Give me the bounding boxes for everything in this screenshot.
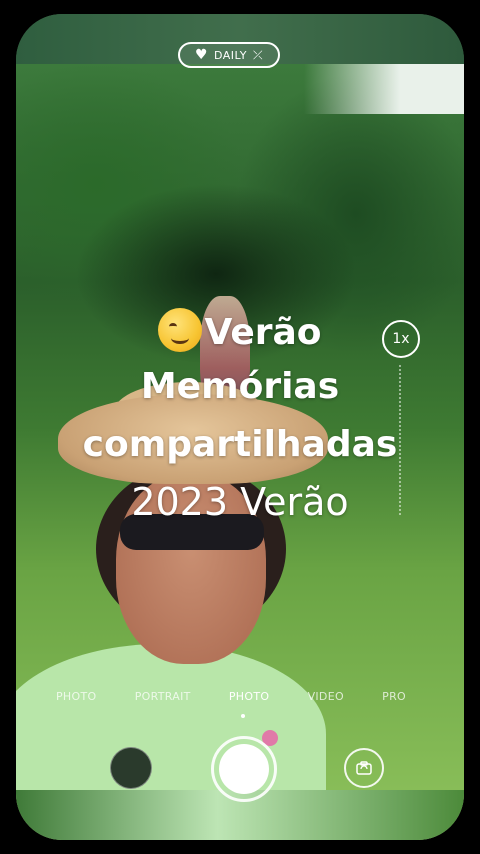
caption-line-3: compartilhadas: [82, 424, 398, 465]
caption-line-2: Memórias: [140, 366, 340, 407]
caption-line-4: 2023 Verão: [131, 480, 349, 524]
camera-mode-selector[interactable]: PHOTO PORTRAIT PHOTO VIDEO PRO: [56, 690, 406, 710]
camera-flip-button[interactable]: [344, 748, 384, 788]
subject-shirt: [16, 644, 326, 790]
smiling-face-emoji-icon: [158, 308, 203, 352]
mode-item[interactable]: PORTRAIT: [135, 690, 191, 710]
active-mode-indicator: [241, 714, 245, 718]
heart-icon: ♥: [194, 47, 208, 63]
zoom-slider-track[interactable]: [399, 365, 403, 515]
mode-item[interactable]: PHOTO: [56, 690, 96, 710]
caption-line-1-text: Verão: [204, 312, 322, 353]
shuffle-icon: ⤫: [252, 48, 264, 62]
shutter-button[interactable]: [211, 736, 277, 802]
zoom-button[interactable]: 1x: [382, 320, 420, 358]
mode-item[interactable]: PRO: [382, 690, 406, 710]
daily-label: DAILY: [214, 48, 247, 62]
mode-item-active[interactable]: PHOTO: [229, 690, 269, 710]
gallery-thumbnail-button[interactable]: [110, 747, 152, 789]
sky-patch: [304, 64, 464, 114]
mode-item[interactable]: VIDEO: [308, 690, 344, 710]
camera-flip-icon: [356, 761, 372, 775]
daily-badge[interactable]: ♥ DAILY ⤫: [178, 42, 280, 68]
shutter-inner: [219, 744, 269, 794]
